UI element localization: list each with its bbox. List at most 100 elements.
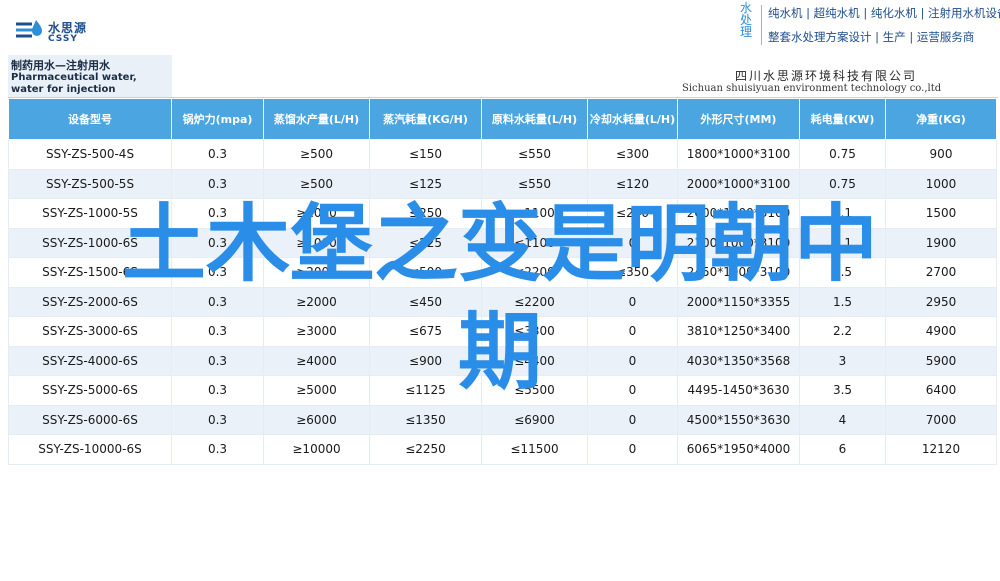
table-cell: 0.3 <box>171 345 264 376</box>
logo-english-name: CSSY <box>48 34 78 44</box>
table-cell: 4030*1350*3568 <box>677 345 800 376</box>
table-cell: 2450*1000*3100 <box>677 257 800 288</box>
table-cell: SSY-ZS-2000-6S <box>8 286 172 317</box>
table-cell: ≤240 <box>587 198 678 229</box>
table-body: SSY-ZS-500-4S 0.3 ≥500 ≤150 ≤550 ≤300 1800*100… <box>8 139 997 465</box>
table-cell: ≥5000 <box>263 375 370 406</box>
table-cell: 1500 <box>885 198 997 229</box>
table-cell: ≥1000 <box>263 198 370 229</box>
header-cell: 净重(KG) <box>885 98 997 140</box>
table-row: SSY-ZS-6000-6S 0.3 ≥6000 ≤1350 ≤6900 0 4500*15… <box>8 404 997 435</box>
table-cell: SSY-ZS-1500-6S <box>8 257 172 288</box>
table-cell: 0.3 <box>171 227 264 258</box>
table-row: SSY-ZS-2000-6S 0.3 ≥2000 ≤450 ≤2200 0 2000*115… <box>8 286 997 317</box>
table-cell: ≤1100 <box>481 227 588 258</box>
table-cell: ≤3300 <box>481 316 588 347</box>
table-cell: ≤150 <box>369 139 482 170</box>
header-cell: 蒸汽耗量(KG/H) <box>369 98 482 140</box>
table-cell: 3 <box>799 345 886 376</box>
header-cell: 耗电量(KW) <box>799 98 886 140</box>
table-cell: 0 <box>587 345 678 376</box>
title-band: 制药用水—注射用水 Pharmaceutical water, water fo… <box>8 55 998 98</box>
table-cell: ≥1000 <box>263 227 370 258</box>
table-cell: ≥6000 <box>263 404 370 435</box>
table-cell: ≤11500 <box>481 434 588 465</box>
table-cell: ≤550 <box>481 139 588 170</box>
table-cell: 4900 <box>885 316 997 347</box>
slogan-divider <box>761 5 762 45</box>
product-title: 制药用水—注射用水 Pharmaceutical water, water fo… <box>8 55 172 98</box>
table-cell: 0.3 <box>171 257 264 288</box>
table-cell: ≤6900 <box>481 404 588 435</box>
table-cell: 0 <box>587 227 678 258</box>
service-slogan: 水 处 理 纯水机 | 超纯水机 | 纯化水机 | 注射用水机设备 整套水处理方… <box>736 2 1000 50</box>
header-cell: 原料水耗量(L/H) <box>481 98 588 140</box>
table-cell: 6065*1950*4000 <box>677 434 800 465</box>
table-cell: SSY-ZS-1000-6S <box>8 227 172 258</box>
table-cell: 2000*1000*3100 <box>677 198 800 229</box>
table-cell: ≤300 <box>587 139 678 170</box>
table-cell: 12120 <box>885 434 997 465</box>
table-cell: 1800*1000*3100 <box>677 139 800 170</box>
table-cell: ≤4400 <box>481 345 588 376</box>
table-header-row: 设备型号 锅炉力(mpa) 蒸馏水产量(L/H) 蒸汽耗量(KG/H) 原料水耗… <box>8 98 997 140</box>
table-cell: ≤225 <box>369 227 482 258</box>
table-cell: ≤675 <box>369 316 482 347</box>
table-cell: 0.3 <box>171 375 264 406</box>
table-cell: 6400 <box>885 375 997 406</box>
table-row: SSY-ZS-10000-6S 0.3 ≥10000 ≤2250 ≤11500 0 6065… <box>8 434 997 465</box>
table-cell: SSY-ZS-500-5S <box>8 168 172 199</box>
table-cell: 1.5 <box>799 286 886 317</box>
table-cell: 0 <box>587 375 678 406</box>
table-cell: 0.3 <box>171 404 264 435</box>
table-cell: ≤1125 <box>369 375 482 406</box>
table-cell: 2000*1000*3100 <box>677 168 800 199</box>
table-row: SSY-ZS-3000-6S 0.3 ≥3000 ≤675 ≤3300 0 3810*125… <box>8 316 997 347</box>
table-cell: 0 <box>587 434 678 465</box>
table-cell: ≤125 <box>369 168 482 199</box>
table-cell: SSY-ZS-10000-6S <box>8 434 172 465</box>
company-name-cn: 四川水思源环境科技有限公司 <box>735 69 918 83</box>
table-cell: 2950 <box>885 286 997 317</box>
slogan-products: 纯水机 | 超纯水机 | 纯化水机 | 注射用水机设备 <box>768 6 1000 20</box>
table-cell: 1000 <box>885 168 997 199</box>
table-cell: 4 <box>799 404 886 435</box>
table-cell: SSY-ZS-6000-6S <box>8 404 172 435</box>
table-cell: ≤500 <box>369 257 482 288</box>
table-cell: ≤1100 <box>481 198 588 229</box>
table-cell: ≥4000 <box>263 345 370 376</box>
side-char: 理 <box>739 25 752 39</box>
table-cell: ≤350 <box>587 257 678 288</box>
table-cell: ≤900 <box>369 345 482 376</box>
table-cell: ≤2250 <box>369 434 482 465</box>
table-row: SSY-ZS-500-5S 0.3 ≥500 ≤125 ≤550 ≤120 2000*100… <box>8 168 997 199</box>
header-cell: 外形尺寸(MM) <box>677 98 800 140</box>
table-cell: ≤550 <box>481 168 588 199</box>
table-cell: SSY-ZS-3000-6S <box>8 316 172 347</box>
table-row: SSY-ZS-1500-6S 0.3 ≥2000 ≤500 ≤2200 ≤350 2450*… <box>8 257 997 288</box>
table-cell: SSY-ZS-1000-5S <box>8 198 172 229</box>
company-logo[interactable]: 水思源 CSSY <box>14 16 114 50</box>
table-cell: 3810*1250*3400 <box>677 316 800 347</box>
spec-table: 设备型号 锅炉力(mpa) 蒸馏水产量(L/H) 蒸汽耗量(KG/H) 原料水耗… <box>8 98 997 465</box>
table-cell: SSY-ZS-500-4S <box>8 139 172 170</box>
table-cell: ≥3000 <box>263 316 370 347</box>
header-cell: 冷却水耗量(L/H) <box>587 98 678 140</box>
table-cell: 0.3 <box>171 286 264 317</box>
water-treatment-label: 水 处 理 <box>736 2 756 38</box>
table-row: SSY-ZS-5000-6S 0.3 ≥5000 ≤1125 ≤5500 0 4495-14… <box>8 375 997 406</box>
table-cell: 0.75 <box>799 139 886 170</box>
company-name-en: Sichuan shuisiyuan environment technolog… <box>682 83 942 94</box>
product-title-cn: 制药用水—注射用水 <box>11 59 110 72</box>
header-cell: 蒸馏水产量(L/H) <box>263 98 370 140</box>
page-header: 水思源 CSSY 水 处 理 纯水机 | 超纯水机 | 纯化水机 | 注射用水机… <box>0 0 1000 55</box>
table-cell: 2.2 <box>799 316 886 347</box>
table-cell: ≥2000 <box>263 286 370 317</box>
table-cell: 1.1 <box>799 198 886 229</box>
table-row: SSY-ZS-1000-5S 0.3 ≥1000 ≤250 ≤1100 ≤240 2000*… <box>8 198 997 229</box>
table-cell: 0.3 <box>171 434 264 465</box>
table-cell: ≤450 <box>369 286 482 317</box>
table-cell: 0.3 <box>171 139 264 170</box>
table-cell: ≥500 <box>263 168 370 199</box>
table-cell: ≤1350 <box>369 404 482 435</box>
